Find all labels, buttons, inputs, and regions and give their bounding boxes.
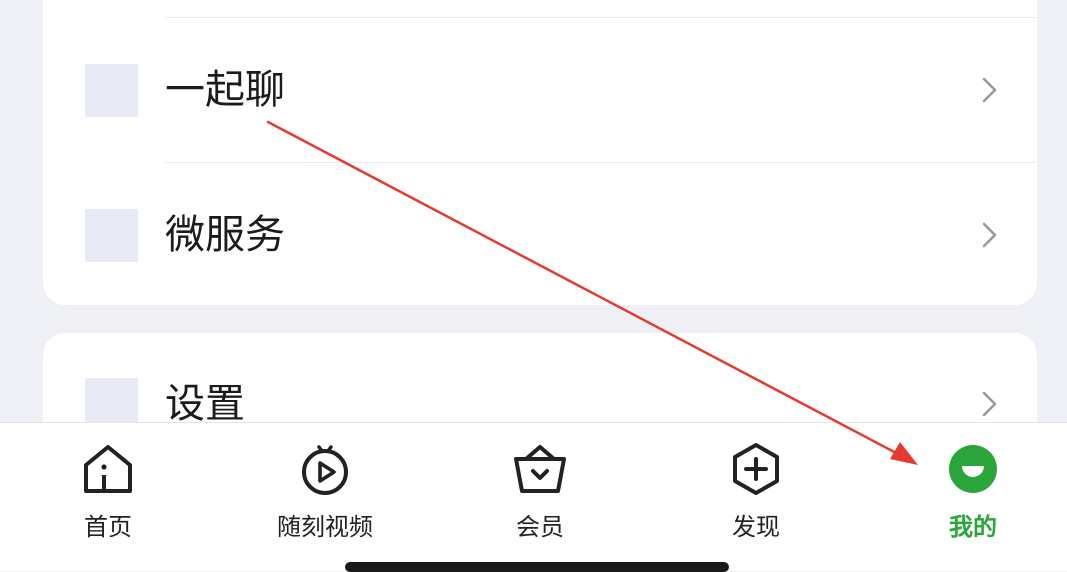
annotation-arrow xyxy=(266,120,918,465)
